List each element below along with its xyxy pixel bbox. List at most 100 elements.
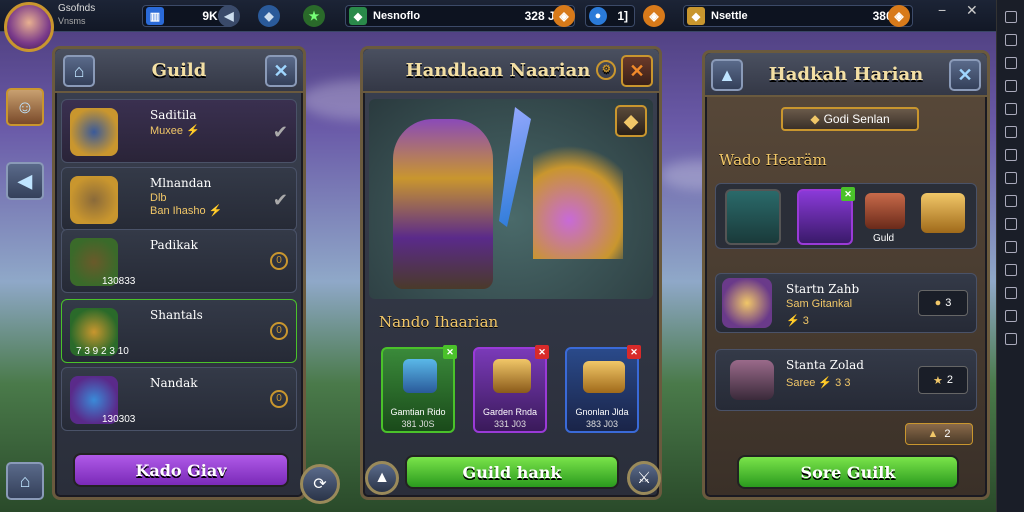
home-icon[interactable]: ⌂ [6, 462, 44, 500]
hadkah-section-title: Wado Hearäm [719, 151, 827, 169]
side-toolbar [996, 0, 1024, 512]
weapon-item-icon[interactable] [725, 189, 781, 245]
chest-icon [493, 359, 531, 393]
toolbar-icon[interactable] [1004, 264, 1017, 276]
check-badge: ✕ [841, 187, 855, 201]
hero-portrait-button[interactable]: ☺ [6, 88, 44, 126]
guild-row[interactable]: Nandak 130303 0 [61, 367, 297, 431]
reward-card[interactable]: ✕ Gamtian Rido 381 J0S [381, 345, 457, 433]
resource-3: ● 1] [585, 5, 635, 27]
guild-row[interactable]: Mlnandan Dlb Ban Ihasho ⚡ ✔ [61, 167, 297, 231]
hero-figure [393, 119, 493, 289]
player-avatar[interactable] [4, 2, 54, 52]
tag-label: Godi Senlan [823, 112, 890, 126]
small-counter[interactable]: ▲ 2 [905, 423, 973, 445]
resource-2-label: Nesnoflo [373, 10, 421, 22]
row-sub: Muxee ⚡ [150, 125, 200, 137]
toolbar-icon[interactable] [1004, 287, 1017, 299]
toolbar-icon[interactable] [1004, 34, 1017, 46]
harian-title: Handlaan Naarian [405, 59, 591, 81]
gem-icon: ◆ [810, 112, 820, 126]
resource-2: ◆ Nesnoflo 328 J80 [345, 5, 575, 27]
row-detail: Ban Ihasho ⚡ [150, 205, 223, 217]
harian-panel: Handlaan Naarian ⚙ ✕ ◆ Nando Ihaarian ✕ … [360, 46, 662, 500]
sword-button[interactable]: ⚔ [627, 461, 661, 495]
row-detail: 130303 [102, 414, 136, 425]
toolbar-icon[interactable] [1004, 195, 1017, 207]
small-counter-value: 2 [944, 428, 951, 440]
reward-row[interactable]: Stanta Zolad Saree ⚡ 3 3 ★ 2 [715, 349, 977, 411]
hadkah-title: Hadkah Harian [768, 63, 924, 85]
guild-action-button[interactable]: Kado Giav [73, 453, 289, 487]
guild-row[interactable]: Padikak 130833 0 [61, 229, 297, 293]
close-badge: ✕ [627, 345, 641, 359]
chat-icon[interactable]: ◆ [258, 5, 280, 27]
player-name: Gsofnds [58, 3, 96, 14]
treasure-chest-icon [583, 361, 625, 393]
star-button[interactable]: ★ [303, 5, 325, 27]
guild-row[interactable]: Saditila Muxee ⚡ ✔ [61, 99, 297, 163]
count-value: 2 [946, 374, 953, 386]
player-subtitle: Vnsms [58, 16, 86, 26]
toolbar-icon[interactable] [1004, 241, 1017, 253]
add-resource-4-button[interactable]: ◈ [888, 5, 910, 27]
row-name: Padikak [150, 238, 198, 252]
back-arrow-button[interactable]: ◀ [218, 5, 240, 27]
card-label: Garden Rnda [482, 407, 538, 417]
arrow-up-button[interactable]: ▲ [711, 59, 743, 91]
close-button[interactable]: ✕ [949, 59, 981, 91]
toolbar-icon[interactable] [1004, 126, 1017, 138]
refresh-icon[interactable]: ⟳ [300, 464, 340, 504]
guild-bank-button[interactable]: Guild hank [405, 455, 619, 489]
reward-card[interactable]: ✕ Gnonlan Jlda 383 J03 [565, 345, 641, 433]
card-value: 383 J03 [585, 419, 619, 429]
hadkah-panel-header: Hadkah Harian [705, 53, 987, 97]
toolbar-icon[interactable] [1004, 149, 1017, 161]
toolbar-icon[interactable] [1004, 80, 1017, 92]
add-resource-2-button[interactable]: ◈ [553, 5, 575, 27]
shield-icon [70, 108, 118, 156]
home-icon[interactable]: ⌂ [63, 55, 95, 87]
guild-row[interactable]: Shantals 7 3 9 2 3 10 0 [61, 299, 297, 363]
guild-bank-label: Guild hank [462, 462, 562, 482]
artifact-icon [533, 129, 623, 259]
hadkah-action-button[interactable]: Sore Guilk [737, 455, 959, 489]
resource-4-label: Nsettle [711, 10, 748, 22]
coin-icon: ● [934, 297, 942, 309]
hadkah-panel: Hadkah Harian ▲ ✕ ◆ Godi Senlan Wado Hea… [702, 50, 990, 500]
row-sub: Saree ⚡ 3 3 [786, 377, 851, 389]
close-button[interactable]: ✕ [265, 55, 297, 87]
close-badge: ✕ [535, 345, 549, 359]
toolbar-icon[interactable] [1004, 172, 1017, 184]
staff-item-icon[interactable]: ✕ [797, 187, 855, 245]
toolbar-icon[interactable] [1004, 103, 1017, 115]
toolbar-icon[interactable] [1004, 11, 1017, 23]
guild-action-label: Kado Giav [135, 460, 227, 480]
row-name: Stanta Zolad [786, 358, 864, 372]
crystal-icon: ◆ [687, 7, 705, 25]
close-button[interactable]: ✕ [621, 55, 653, 87]
row-name: Saditila [150, 108, 197, 122]
card-value: 331 J03 [493, 419, 527, 429]
reward-row[interactable]: Startn Zahb Sam Gitankal ⚡ 3 ● 3 [715, 273, 977, 333]
upgrade-arrow-icon[interactable]: ▲ [365, 461, 399, 495]
window-close-button[interactable]: ✕ [966, 2, 978, 19]
toolbar-icon[interactable] [1004, 57, 1017, 69]
top-bar: Gsofnds Vnsms ▥ 9KO ◀ ◆ ★ ◆ Nesnoflo 328… [0, 0, 996, 32]
card-label: Gamtian Rido [390, 407, 446, 417]
guild-panel: Guild ⌂ ✕ Saditila Muxee ⚡ ✔ Mlnandan Dl… [52, 46, 306, 500]
toolbar-icon[interactable] [1004, 218, 1017, 230]
info-button[interactable]: ◆ [615, 105, 647, 137]
row-sub: Dlb [150, 192, 167, 204]
toolbar-icon[interactable] [1004, 310, 1017, 322]
minimize-button[interactable]: − [938, 2, 946, 18]
reward-card[interactable]: ✕ Garden Rnda 331 J03 [473, 345, 549, 433]
gold-chest-icon[interactable] [921, 193, 965, 233]
toolbar-icon[interactable] [1004, 333, 1017, 345]
arrow-left-button[interactable]: ◀ [6, 162, 44, 200]
row-sub: Sam Gitankal [786, 298, 853, 310]
add-resource-3-button[interactable]: ◈ [643, 5, 665, 27]
gear-icon[interactable]: ⚙ [596, 60, 617, 80]
harian-panel-header: Handlaan Naarian ⚙ [363, 49, 659, 93]
chest-item-icon[interactable] [865, 193, 905, 229]
